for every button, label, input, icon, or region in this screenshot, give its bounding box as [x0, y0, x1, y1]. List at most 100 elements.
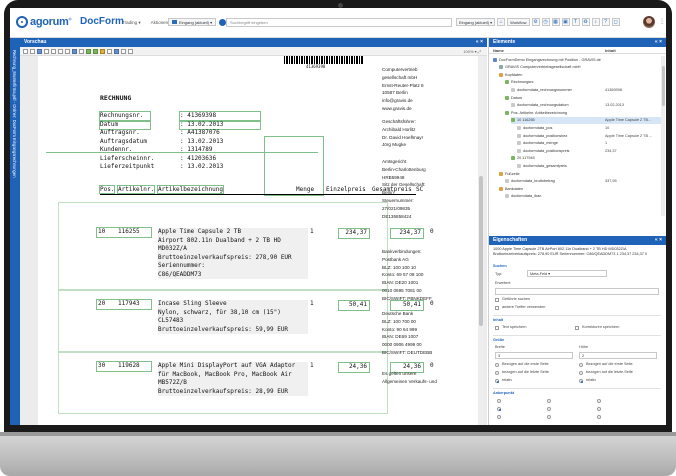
- radio-breite-relativ[interactable]: [495, 379, 499, 383]
- properties-close-icon[interactable]: « ×: [655, 237, 662, 243]
- inbox-filter-button[interactable]: Eingang (aktuell) ▾: [456, 18, 496, 26]
- user-avatar[interactable]: [643, 16, 655, 28]
- item-unit-price[interactable]: 50,41: [338, 300, 370, 311]
- tree-row[interactable]: Pos. Artikelnr. Artikelbezeichnung: [505, 109, 661, 116]
- chk-text-speichern[interactable]: [495, 326, 499, 330]
- down-icon[interactable]: [128, 48, 133, 54]
- radio-breite-letzte-seite[interactable]: [495, 371, 499, 375]
- inbox-button[interactable]: Eingang (aktuell) ▾: [168, 18, 217, 26]
- home-icon[interactable]: ⌂: [497, 18, 506, 26]
- item-unit-price[interactable]: 234,37: [338, 228, 370, 239]
- print-icon[interactable]: [107, 48, 112, 54]
- meta-key[interactable]: Datum: [99, 119, 151, 130]
- zoom-level[interactable]: 100% ▾ ⤢: [463, 49, 481, 54]
- app-logo[interactable]: agorum®: [16, 16, 71, 28]
- col-artikelbezeichnung[interactable]: Artikelbezeichnung: [156, 185, 225, 194]
- gear-icon[interactable]: ⚙: [531, 18, 540, 26]
- zoom-in-icon[interactable]: [58, 48, 63, 54]
- meta-value[interactable]: : 13.02.2013: [179, 119, 261, 130]
- tree-row[interactable]: Datum: [505, 94, 661, 101]
- tree-row[interactable]: docformdata_pos 10: [517, 124, 661, 131]
- grid-icon[interactable]: ▦: [551, 18, 560, 26]
- chk-korrekturen[interactable]: [575, 326, 579, 330]
- chk-gefuehrte-suchen[interactable]: [495, 298, 499, 302]
- tree-row[interactable]: 10 116255 Apple Time Capsule 2 TB...: [511, 116, 661, 124]
- meta-value[interactable]: : 41369398: [179, 111, 261, 122]
- col-pos[interactable]: Pos.: [98, 185, 116, 194]
- add-field-icon[interactable]: [86, 48, 91, 54]
- next-page-icon[interactable]: [44, 48, 49, 54]
- menu-trading[interactable]: Trading ▾: [122, 20, 141, 26]
- zoom-out-icon[interactable]: [65, 48, 70, 54]
- tree-row[interactable]: docformdata_rechnungsnummer 41369398: [511, 86, 661, 93]
- up-icon[interactable]: [121, 48, 126, 54]
- breite-input[interactable]: 3: [495, 352, 573, 359]
- anchor-radio-9[interactable]: [597, 415, 601, 419]
- info-line: Es gelten unsere: [382, 371, 417, 376]
- tree-row[interactable]: docformdata_gesamtpreis: [517, 162, 661, 169]
- anchor-radio-6[interactable]: [597, 407, 601, 411]
- tree-row[interactable]: docformdata_positionspreis 234,37: [517, 147, 661, 154]
- elements-close-icon[interactable]: « ×: [655, 39, 662, 45]
- preview-scrollbar[interactable]: [478, 56, 484, 425]
- first-page-icon[interactable]: [23, 48, 28, 54]
- tree-row[interactable]: docformdata_iban: [505, 193, 661, 200]
- anchor-radio-8[interactable]: [547, 415, 551, 419]
- tree-row[interactable]: Fußzeile: [499, 170, 661, 177]
- col-artikelnr[interactable]: Artikelnr.: [116, 185, 156, 194]
- item-art: 116255: [118, 228, 140, 235]
- tree-row[interactable]: 20 117943: [511, 155, 661, 162]
- tree-row[interactable]: docformdata_bruttobetrag 337,95: [505, 178, 661, 185]
- tree-row[interactable]: Kopfdaten: [499, 71, 661, 78]
- clock-icon[interactable]: ◷: [541, 18, 550, 26]
- rotate-icon[interactable]: [79, 48, 84, 54]
- meta-key[interactable]: Rechnungsnr.: [99, 111, 151, 122]
- page-icon[interactable]: [37, 48, 42, 54]
- text-icon[interactable]: T: [571, 18, 580, 26]
- col-name[interactable]: Name: [493, 48, 504, 53]
- radio-hoehe-erste-seite[interactable]: [579, 363, 583, 367]
- typ-select[interactable]: Meta-Feld ▾: [527, 270, 607, 277]
- more-icon[interactable]: ⋮: [659, 18, 665, 25]
- radio-label: Bezogen auf die erste Seite: [586, 362, 633, 366]
- tree-row[interactable]: GRAVIS Computervertriebsgesellschaft mbH: [499, 64, 661, 71]
- item-total-price[interactable]: 234,37: [390, 228, 424, 239]
- workflow-button[interactable]: Workflow: [507, 18, 530, 26]
- search-input[interactable]: Suchbegriff eingeben: [226, 18, 452, 27]
- fit-width-icon[interactable]: [72, 48, 77, 54]
- tree-row[interactable]: docformdata_rechnungsdatum 13.02.2013: [511, 102, 661, 109]
- highlight-icon[interactable]: [100, 48, 105, 54]
- help-icon[interactable]: ?: [601, 18, 610, 26]
- document-tab[interactable]: Rechnung_Musterfirma.pdf - Ordner: DocFo…: [10, 38, 20, 425]
- tree-row[interactable]: Rechnungsnr.: [505, 79, 661, 86]
- tree-row[interactable]: Bankdaten: [499, 185, 661, 192]
- col-inhalt[interactable]: Inhalt: [605, 48, 616, 53]
- tree-row[interactable]: docformdata_positionsbez Apple Time Capsu…: [517, 132, 661, 139]
- item-unit-price[interactable]: 24,36: [338, 362, 370, 373]
- tree-row[interactable]: DocFormDemo Eingangsrechnung mit Positio…: [493, 56, 661, 63]
- anchor-radio-1[interactable]: [497, 399, 501, 403]
- preview-close-icon[interactable]: « ×: [476, 39, 483, 45]
- anchor-radio-2[interactable]: [547, 399, 551, 403]
- chk-andere-treffer[interactable]: [495, 306, 499, 310]
- radio-hoehe-letzte-seite[interactable]: [579, 371, 583, 375]
- hoehe-input[interactable]: 2: [579, 352, 657, 359]
- erweitert-input[interactable]: [495, 288, 659, 295]
- anchor-radio-7[interactable]: [497, 415, 501, 419]
- recycle-icon[interactable]: ♻: [581, 18, 590, 26]
- add-area-icon[interactable]: [93, 48, 98, 54]
- radio-hoehe-relativ[interactable]: [579, 379, 583, 383]
- bell-icon[interactable]: ♪: [591, 18, 600, 26]
- elements-scrollbar[interactable]: [661, 56, 665, 216]
- last-page-icon[interactable]: [51, 48, 56, 54]
- anchor-radio-4[interactable]: [497, 407, 501, 411]
- download-icon[interactable]: [114, 48, 119, 54]
- radio-breite-erste-seite[interactable]: [495, 363, 499, 367]
- window-icon[interactable]: ◻: [611, 18, 620, 26]
- anchor-radio-5[interactable]: [547, 407, 551, 411]
- anchor-radio-3[interactable]: [597, 399, 601, 403]
- preview-scroll-thumb[interactable]: [479, 176, 483, 326]
- building-icon[interactable]: ▣: [561, 18, 570, 26]
- prev-page-icon[interactable]: [30, 48, 35, 54]
- tree-row[interactable]: docformdata_menge 1: [517, 140, 661, 147]
